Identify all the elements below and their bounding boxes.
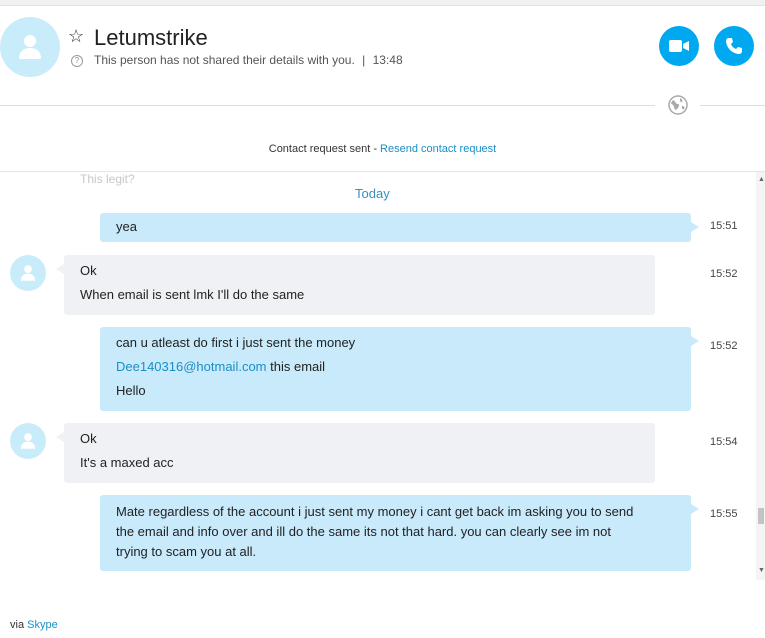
person-icon (19, 35, 41, 59)
sender-avatar[interactable] (10, 255, 46, 291)
footer-via-text: via (10, 619, 25, 631)
person-icon (20, 433, 36, 449)
status-time: 13:48 (372, 53, 403, 67)
message-text: yea (116, 219, 137, 234)
message-text: It's a maxed acc (80, 455, 174, 470)
bubble-tail (691, 336, 699, 346)
footer-via: via Skype (10, 619, 58, 631)
message-text-with-link: Dee140316@hotmail.com this email (116, 355, 675, 379)
phone-icon (726, 38, 742, 54)
email-link[interactable]: Dee140316@hotmail.com (116, 359, 267, 374)
message-time: 15:55 (710, 508, 738, 520)
message-bubble-incoming[interactable]: Ok When email is sent lmk I'll do the sa… (64, 255, 655, 315)
header-divider-right (700, 105, 765, 106)
globe-icon[interactable] (668, 95, 688, 115)
message-bubble-outgoing[interactable]: yea (100, 213, 691, 242)
message-time: 15:52 (710, 268, 738, 280)
question-icon: ? (71, 55, 83, 67)
status-text: This person has not shared their details… (94, 53, 355, 67)
bubble-tail (56, 432, 64, 442)
message-time: 15:51 (710, 220, 738, 232)
message-bubble-outgoing[interactable]: can u atleast do first i just sent the m… (100, 327, 691, 411)
message-bubble-incoming[interactable]: Ok It's a maxed acc (64, 423, 655, 483)
contact-request-bar: Contact request sent - Resend contact re… (0, 143, 765, 155)
message-time: 15:54 (710, 436, 738, 448)
person-icon (20, 265, 36, 281)
message-text: this email (266, 359, 326, 374)
resend-contact-request-link[interactable]: Resend contact request (380, 143, 496, 155)
message-text: Mate regardless of the account i just se… (116, 504, 634, 519)
status-separator: | (362, 53, 366, 67)
video-call-icon (669, 40, 689, 52)
message-text: trying to scam you at all. (116, 544, 257, 559)
contact-status: This person has not shared their details… (94, 53, 403, 67)
contact-request-sent-text: Contact request sent (268, 143, 371, 155)
message-text: Ok (80, 431, 97, 446)
bubble-tail (56, 264, 64, 274)
skype-link[interactable]: Skype (27, 619, 58, 631)
star-icon[interactable]: ☆ (68, 26, 84, 47)
faded-message-text: This legit? (80, 172, 135, 186)
sender-avatar[interactable] (10, 423, 46, 459)
contact-avatar[interactable] (0, 17, 60, 77)
audio-call-button[interactable] (714, 26, 754, 66)
header-divider (0, 105, 655, 106)
message-text: Ok (80, 263, 97, 278)
message-text: can u atleast do first i just sent the m… (116, 335, 356, 350)
message-time: 15:52 (710, 340, 738, 352)
contact-request-dash: - (370, 143, 381, 155)
scroll-up-arrow-icon[interactable]: ▲ (758, 176, 765, 183)
message-text: the email and info over and ill do the s… (116, 524, 611, 539)
message-text: Hello (116, 383, 146, 398)
scrollbar-thumb[interactable] (758, 508, 764, 524)
video-call-button[interactable] (659, 26, 699, 66)
message-bubble-outgoing[interactable]: Mate regardless of the account i just se… (100, 495, 691, 571)
bubble-tail (691, 222, 699, 232)
bubble-tail (691, 504, 699, 514)
scroll-down-arrow-icon[interactable]: ▼ (758, 567, 765, 574)
contact-name[interactable]: Letumstrike (94, 25, 208, 51)
date-divider: Today (355, 186, 390, 201)
window-top-edge (0, 0, 765, 6)
message-text: When email is sent lmk I'll do the same (80, 287, 305, 302)
